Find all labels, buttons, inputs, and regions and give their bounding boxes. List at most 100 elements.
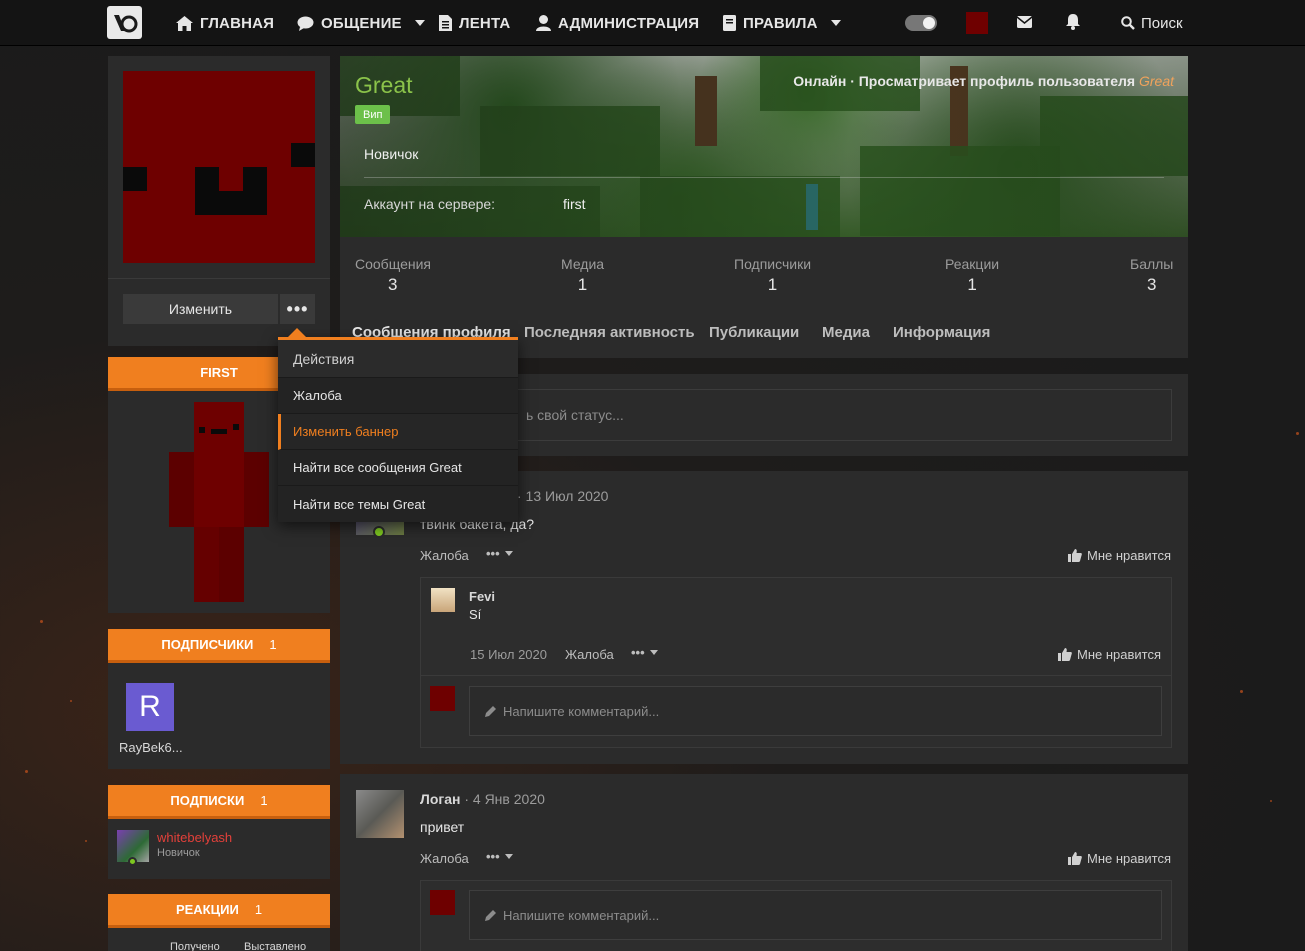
edit-profile-button[interactable]: Изменить: [123, 294, 278, 324]
post-author-avatar[interactable]: [356, 790, 404, 838]
logo-icon: [113, 14, 137, 32]
search-icon: [1121, 16, 1135, 30]
reply-text: Sí: [469, 607, 482, 622]
dropdown-change-banner[interactable]: Изменить баннер: [278, 414, 518, 450]
comments-section: Fevi Sí 15 Июл 2020 Жалоба ••• Мне нрави…: [420, 577, 1172, 748]
nav-home[interactable]: ГЛАВНАЯ: [176, 0, 274, 46]
nav-rules-label: ПРАВИЛА: [743, 14, 818, 32]
report-link[interactable]: Жалоба: [420, 851, 469, 866]
actions-dropdown: Действия Жалоба Изменить баннер Найти вс…: [278, 337, 518, 522]
more-dots-icon: •••: [486, 849, 500, 864]
commenter-avatar: [430, 686, 455, 711]
thumbs-up-icon: [1067, 852, 1082, 865]
post-more-menu[interactable]: •••: [486, 849, 513, 864]
comment-input[interactable]: Напишите комментарий...: [469, 890, 1162, 940]
search-button[interactable]: Поиск: [1121, 0, 1183, 46]
reply-author-avatar[interactable]: [431, 588, 455, 612]
nav-admin[interactable]: АДМИНИСТРАЦИЯ: [536, 0, 699, 46]
nav-feed-label: ЛЕНТА: [459, 14, 511, 32]
stat-value: 1: [767, 275, 778, 294]
dropdown-find-posts[interactable]: Найти все сообщения Great: [278, 450, 518, 486]
tab-about[interactable]: Информация: [893, 324, 990, 341]
skin-title: FIRST: [200, 365, 238, 380]
online-indicator: [128, 857, 137, 866]
stat-label: Реакции: [945, 256, 1000, 272]
mail-icon[interactable]: [1017, 16, 1032, 28]
following-header: ПОДПИСКИ 1: [108, 785, 330, 819]
tab-media[interactable]: Медиа: [822, 324, 870, 341]
stat-value: 3: [1146, 275, 1157, 294]
online-status-user[interactable]: Great: [1139, 73, 1174, 89]
following-name[interactable]: whitebelyash: [157, 830, 232, 845]
followers-title: ПОДПИСЧИКИ: [161, 637, 254, 652]
post-author[interactable]: Логан: [420, 791, 460, 807]
more-dots-icon: •••: [486, 546, 500, 561]
followers-block: ПОДПИСЧИКИ 1 R RayBek6...: [108, 629, 330, 769]
thumbs-up-icon: [1067, 549, 1082, 562]
comment-placeholder: Напишите комментарий...: [503, 703, 660, 719]
user-avatar[interactable]: [966, 12, 988, 34]
profile-avatar-block: Изменить •••: [108, 56, 330, 346]
chevron-down-icon: [504, 854, 513, 859]
comment-input[interactable]: Напишите комментарий...: [469, 686, 1162, 736]
theme-toggle[interactable]: [905, 15, 937, 31]
reactions-count: 1: [254, 902, 263, 917]
skin-preview: [169, 402, 269, 602]
more-actions-button[interactable]: •••: [280, 294, 315, 324]
stat-value: 1: [577, 275, 588, 294]
reactions-received-label: Получено: [170, 941, 220, 951]
post-header: Логан · 4 Янв 2020: [420, 791, 545, 807]
chat-bubble-icon: [297, 16, 314, 31]
stat-followers[interactable]: Подписчики 1: [734, 256, 811, 295]
chevron-down-icon: [504, 551, 513, 556]
report-link[interactable]: Жалоба: [420, 548, 469, 563]
following-block: ПОДПИСКИ 1 whitebelyash Новичок: [108, 785, 330, 879]
reply-date[interactable]: 15 Июл 2020: [470, 647, 547, 662]
following-title: ПОДПИСКИ: [170, 793, 245, 808]
comment-placeholder: Напишите комментарий...: [503, 907, 660, 923]
followers-count: 1: [269, 637, 277, 652]
stat-label: Медиа: [561, 256, 605, 272]
chevron-down-icon: [649, 650, 658, 655]
stat-label: Сообщения: [355, 256, 431, 272]
nav-rules[interactable]: ПРАВИЛА: [723, 0, 841, 46]
tab-postings[interactable]: Публикации: [709, 324, 799, 341]
reply-like-button[interactable]: Мне нравится: [1057, 647, 1161, 662]
follower-avatar-letter: R: [139, 690, 161, 723]
dropdown-find-threads[interactable]: Найти все темы Great: [278, 486, 518, 522]
stat-reactions[interactable]: Реакции 1: [945, 256, 999, 295]
follower-name[interactable]: RayBek6...: [119, 740, 183, 755]
bell-icon[interactable]: [1066, 14, 1080, 30]
banner-divider: [364, 177, 1164, 178]
follower-avatar[interactable]: R: [126, 683, 174, 731]
dropdown-header: Действия: [278, 340, 518, 378]
stat-label: Подписчики: [734, 256, 812, 272]
book-icon: [723, 15, 736, 31]
nav-home-label: ГЛАВНАЯ: [200, 14, 275, 32]
like-button[interactable]: Мне нравится: [1067, 851, 1171, 866]
nav-feed[interactable]: ЛЕНТА: [439, 0, 510, 46]
nav-chat[interactable]: ОБЩЕНИЕ: [297, 0, 425, 46]
pencil-icon: [485, 706, 496, 717]
status-placeholder: ь свой статус...: [526, 407, 624, 423]
stat-messages[interactable]: Сообщения 3: [355, 256, 431, 295]
stat-media[interactable]: Медиа 1: [561, 256, 604, 295]
like-label: Мне нравится: [1076, 647, 1161, 662]
server-account-value: first: [563, 196, 586, 212]
commenter-avatar: [430, 890, 455, 915]
reply-report-link[interactable]: Жалоба: [565, 647, 614, 662]
following-rank: Новичок: [157, 847, 200, 859]
dropdown-report[interactable]: Жалоба: [278, 378, 518, 414]
server-account-label: Аккаунт на сервере:: [364, 196, 496, 212]
search-label: Поиск: [1141, 14, 1183, 32]
reply-author[interactable]: Fevi: [469, 589, 495, 604]
like-button[interactable]: Мне нравится: [1067, 548, 1171, 563]
post-more-menu[interactable]: •••: [486, 546, 513, 561]
reply-more-menu[interactable]: •••: [631, 645, 658, 660]
nav-admin-label: АДМИНИСТРАЦИЯ: [558, 14, 700, 32]
tab-latest-activity[interactable]: Последняя активность: [524, 324, 695, 341]
edit-profile-label: Изменить: [168, 301, 233, 317]
site-logo[interactable]: [107, 6, 142, 39]
stat-points[interactable]: Баллы 3: [1130, 256, 1173, 295]
dropdown-arrow: [288, 328, 306, 337]
